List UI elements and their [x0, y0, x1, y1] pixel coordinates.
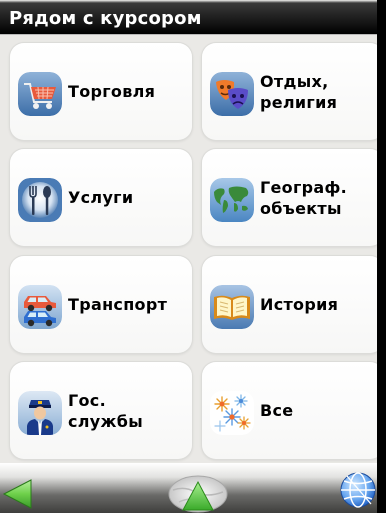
- back-button[interactable]: [0, 473, 36, 513]
- category-tile-geographic-objects[interactable]: Географ. объекты: [202, 149, 377, 246]
- category-tile-shopping[interactable]: Торговля: [10, 43, 192, 140]
- back-arrow-icon: [2, 479, 32, 509]
- category-tile-all[interactable]: Все: [202, 362, 377, 459]
- category-tile-services[interactable]: Услуги: [10, 149, 192, 246]
- title-bar: Рядом с курсором: [0, 0, 377, 35]
- page-title: Рядом с курсором: [9, 8, 202, 29]
- fork-spoon-icon: [18, 178, 62, 222]
- officer-icon: [18, 391, 62, 435]
- open-book-icon: [210, 285, 254, 329]
- category-label: Гос. службы: [68, 390, 143, 431]
- category-tile-government-services[interactable]: Гос. службы: [10, 362, 192, 459]
- category-tile-leisure-religion[interactable]: Отдых, религия: [202, 43, 377, 140]
- category-label: История: [260, 295, 339, 314]
- map-center-button[interactable]: [167, 470, 229, 513]
- category-tile-transport[interactable]: Транспорт: [10, 256, 192, 353]
- category-grid: Торговля Отдых, религия Услуги Географ. …: [10, 43, 377, 459]
- sparkles-icon: [210, 391, 254, 435]
- category-tile-history[interactable]: История: [202, 256, 377, 353]
- world-map-icon: [210, 178, 254, 222]
- bottom-toolbar: [0, 463, 377, 513]
- category-label: Географ. объекты: [260, 177, 348, 218]
- category-label: Услуги: [68, 188, 134, 207]
- shopping-cart-icon: [18, 72, 62, 116]
- poi-category-screen: Рядом с курсором Торговля Отдых, религия…: [0, 0, 377, 513]
- category-label: Отдых, религия: [260, 71, 338, 112]
- category-label: Торговля: [68, 82, 156, 101]
- category-label: Транспорт: [68, 295, 168, 314]
- globe-button[interactable]: [337, 468, 377, 513]
- globe-icon: [340, 472, 376, 508]
- map-up-arrow-icon: [168, 475, 228, 513]
- cars-icon: [18, 285, 62, 329]
- theater-masks-icon: [210, 72, 254, 116]
- category-label: Все: [260, 401, 294, 420]
